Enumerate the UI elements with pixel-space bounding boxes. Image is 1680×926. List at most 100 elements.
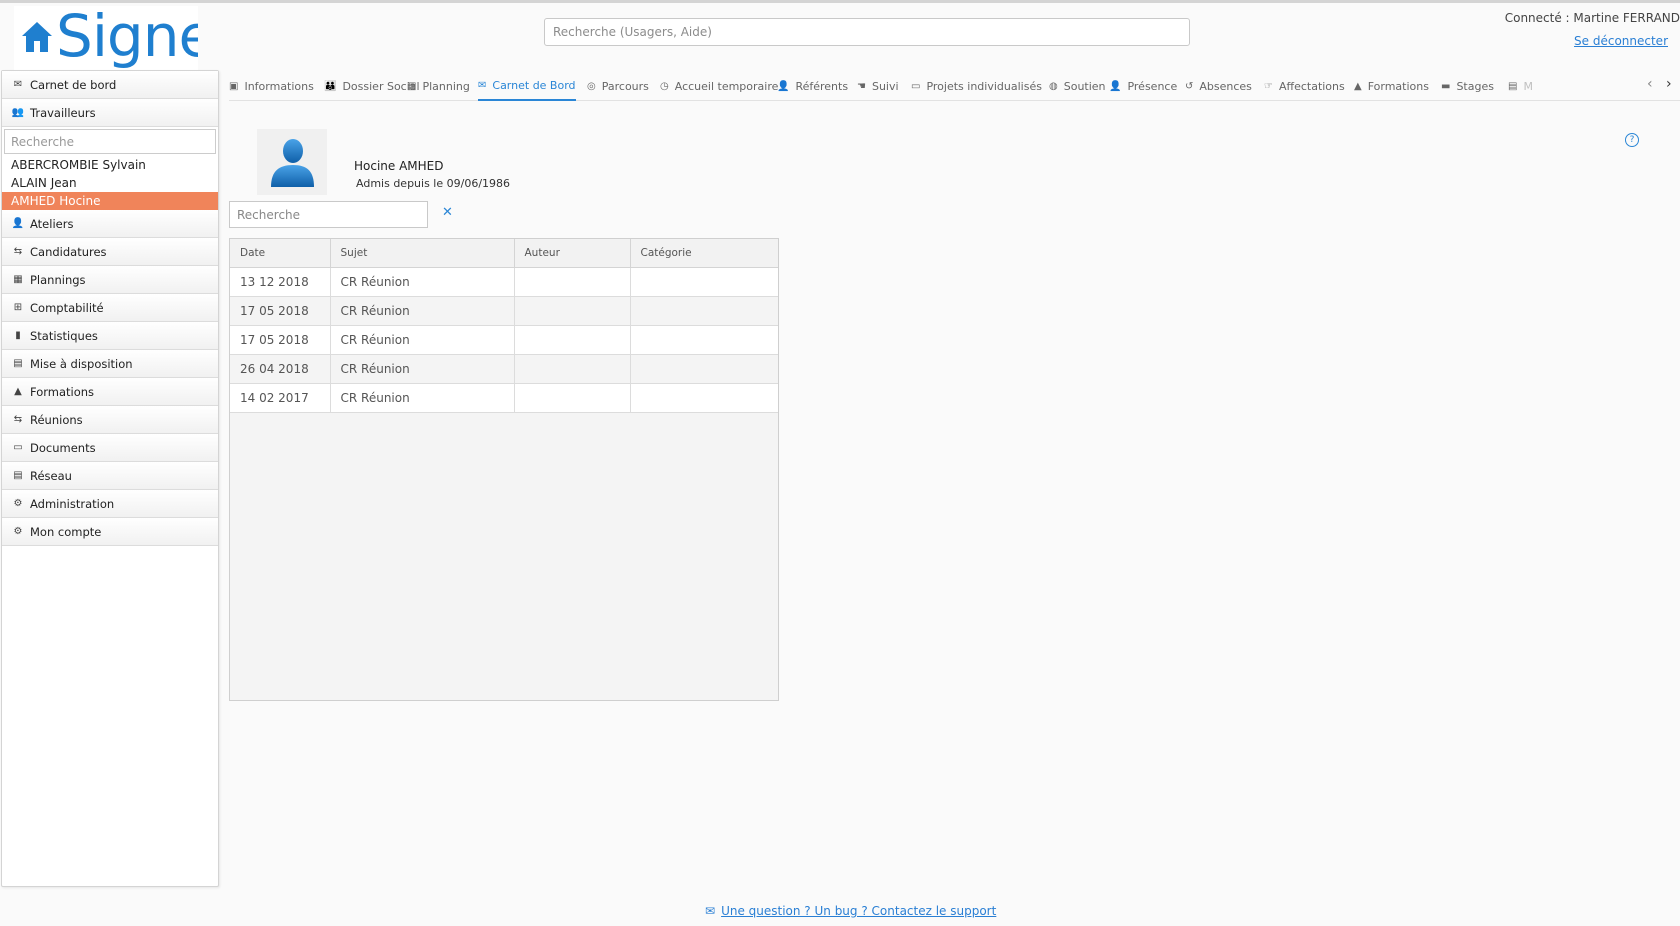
worker-list-item[interactable]: AMHED Hocine — [2, 192, 218, 210]
worker-list-item[interactable]: ABERCROMBIE Sylvain — [2, 156, 218, 174]
user-silhouette-icon — [271, 139, 314, 187]
id-card-icon: ▣ — [229, 80, 239, 92]
table-header-row: Date Sujet Auteur Catégorie — [230, 239, 778, 268]
tab-formations[interactable]: ▲ Formations — [1354, 72, 1429, 100]
building-icon: ▤ — [13, 358, 23, 369]
life-ring-icon: ◍ — [1049, 80, 1058, 92]
sidebar-item-candidatures[interactable]: ⇆ Candidatures — [2, 238, 218, 266]
table-cell — [630, 296, 778, 326]
logout-link[interactable]: Se déconnecter — [1574, 34, 1668, 48]
worker-search-input[interactable] — [4, 129, 216, 154]
sidebar-item-label: Mise à disposition — [30, 356, 133, 371]
sidebar-item-label: Mon compte — [30, 524, 102, 539]
table-cell — [514, 267, 631, 297]
tab-label: Absences — [1199, 79, 1252, 93]
table-row[interactable]: 17 05 2018 CR Réunion — [230, 296, 778, 326]
handshake-icon: ⇆ — [13, 246, 23, 257]
tab-label: Suivi — [871, 79, 899, 93]
sidebar-item-administration[interactable]: ⚙ Administration — [2, 490, 218, 518]
help-icon[interactable]: ? — [1625, 133, 1639, 147]
sidebar-item-mon-compte[interactable]: ⚙ Mon compte — [2, 518, 218, 546]
tab-parcours[interactable]: ◎ Parcours — [587, 72, 649, 100]
building-icon: ▤ — [13, 470, 23, 481]
tab-carnet-de-bord[interactable]: ✉ Carnet de Bord — [478, 72, 576, 101]
tab-label: Informations — [244, 79, 314, 93]
sidebar-item-formations[interactable]: ▲ Formations — [2, 378, 218, 406]
users-icon: 👥 — [11, 107, 25, 118]
tabs-scroll-left-icon[interactable]: ‹ — [1647, 76, 1653, 92]
tab-soutien[interactable]: ◍ Soutien — [1049, 72, 1106, 100]
tab-planning[interactable]: ▦ Planning — [407, 72, 470, 100]
signe-logo[interactable]: Signe — [14, 6, 198, 70]
tab-pr-sence[interactable]: 👤 Présence — [1109, 72, 1177, 100]
tab-accueil-temporaire[interactable]: ◷ Accueil temporaire — [660, 72, 778, 100]
table-cell: CR Réunion — [330, 296, 515, 326]
sidebar-item-plannings[interactable]: ▦ Plannings — [2, 266, 218, 294]
notes-search-input[interactable] — [229, 201, 428, 228]
sidebar-item-travailleurs[interactable]: 👥 Travailleurs — [2, 99, 218, 127]
table-row[interactable]: 17 05 2018 CR Réunion — [230, 325, 778, 355]
table-cell — [514, 325, 631, 355]
family-icon: 👪 — [324, 80, 337, 92]
graduation-cap-icon: ▲ — [14, 386, 22, 397]
calculator-icon: ⊞ — [13, 302, 23, 313]
sidebar-item-mise-disposition[interactable]: ▤ Mise à disposition — [2, 350, 218, 378]
column-header-0[interactable]: Date — [230, 239, 331, 268]
sidebar-item-r-unions[interactable]: ⇆ Réunions — [2, 406, 218, 434]
clear-search-icon[interactable]: ✕ — [442, 205, 453, 220]
table-row[interactable]: 14 02 2017 CR Réunion — [230, 383, 778, 413]
gear-icon: ⚙ — [13, 526, 23, 537]
cogs-icon: ⚙ — [13, 498, 23, 509]
tab-suivi[interactable]: ☚ Suivi — [857, 72, 899, 100]
sidebar-item-statistiques[interactable]: ▮ Statistiques — [2, 322, 218, 350]
user-tie-icon: 👤 — [777, 80, 790, 92]
tab-label: Planning — [422, 79, 470, 93]
sidebar-item-carnet-de-bord[interactable]: ✉ Carnet de bord — [2, 71, 218, 99]
tab-affectations[interactable]: ☞ Affectations — [1264, 72, 1345, 100]
top-border — [0, 0, 1680, 3]
table-cell: CR Réunion — [330, 383, 515, 413]
column-header-1[interactable]: Sujet — [330, 239, 515, 268]
sidebar-item-ateliers[interactable]: 👤 Ateliers — [2, 210, 218, 238]
tab-informations[interactable]: ▣ Informations — [229, 72, 314, 100]
column-header-3[interactable]: Catégorie — [630, 239, 778, 268]
tab-label: Soutien — [1063, 79, 1106, 93]
table-row[interactable]: 13 12 2018 CR Réunion — [230, 267, 778, 297]
global-search-input[interactable] — [544, 18, 1190, 46]
book-icon: ▭ — [911, 80, 921, 92]
table-cell: 14 02 2017 — [230, 383, 331, 413]
envelope-icon: ✉ — [13, 79, 23, 90]
tabs-scroll-right-icon[interactable]: › — [1666, 76, 1672, 92]
sidebar-item-r-seau[interactable]: ▤ Réseau — [2, 462, 218, 490]
table-row[interactable]: 26 04 2018 CR Réunion — [230, 354, 778, 384]
tab-label: Projets individualisés — [926, 79, 1042, 93]
avatar — [257, 129, 327, 195]
tab-dossier-social[interactable]: 👪 Dossier Social — [324, 72, 420, 100]
worker-list-item[interactable]: ALAIN Jean — [2, 174, 218, 192]
table-cell: CR Réunion — [330, 267, 515, 297]
tab-r-f-rents[interactable]: 👤 Référents — [777, 72, 848, 100]
tab-stages[interactable]: ▬ Stages — [1441, 72, 1494, 100]
tab-label: Parcours — [601, 79, 649, 93]
column-header-2[interactable]: Auteur — [514, 239, 631, 268]
logo-text: Signe — [56, 6, 198, 70]
book-icon: ▭ — [13, 442, 23, 453]
tab-label: Formations — [1367, 79, 1429, 93]
table-cell — [514, 354, 631, 384]
tab-label: Accueil temporaire — [674, 79, 779, 93]
tab-absences[interactable]: ↺ Absences — [1185, 72, 1252, 100]
support-link[interactable]: Une question ? Un bug ? Contactez le sup… — [721, 904, 996, 918]
tab-projets-individualis-s[interactable]: ▭ Projets individualisés — [911, 72, 1042, 100]
sidebar-item-documents[interactable]: ▭ Documents — [2, 434, 218, 462]
handshake-icon: ⇆ — [13, 414, 23, 425]
tab-m[interactable]: ▤ M — [1508, 72, 1533, 100]
briefcase-icon: ▬ — [1441, 80, 1451, 92]
table-cell — [630, 383, 778, 413]
sidebar-item-comptabilit-[interactable]: ⊞ Comptabilité — [2, 294, 218, 322]
user-icon: 👤 — [11, 218, 25, 229]
hand-icon: ☞ — [1264, 80, 1273, 92]
sidebar-item-label: Comptabilité — [30, 300, 104, 315]
graduation-cap-icon: ▲ — [1354, 80, 1362, 92]
building-icon: ▤ — [1508, 80, 1518, 92]
sidebar-item-label: Administration — [30, 496, 115, 511]
